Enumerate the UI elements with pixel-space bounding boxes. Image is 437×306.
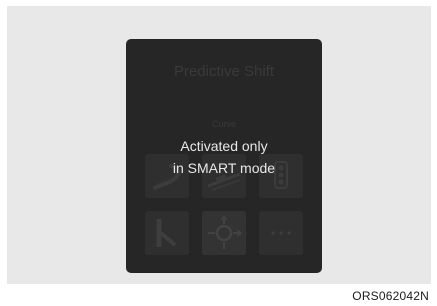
overlay-message-line1: Activated only bbox=[180, 138, 268, 154]
overlay-message-line2: in SMART mode bbox=[172, 160, 276, 176]
more-options-tile[interactable] bbox=[259, 211, 303, 255]
screen-title: Predictive Shift bbox=[173, 63, 275, 80]
more-options-icon bbox=[271, 231, 291, 235]
roundabout-icon bbox=[208, 214, 243, 249]
figure-code: ORS062042N bbox=[352, 289, 429, 303]
section-label: Curve bbox=[211, 119, 236, 129]
display-screen: Predictive Shift Curve Activated only in… bbox=[126, 39, 322, 273]
ramp-merge-tile[interactable] bbox=[145, 211, 189, 255]
roundabout-tile[interactable] bbox=[202, 211, 246, 255]
ramp-merge-icon bbox=[156, 219, 177, 247]
overlay-message: Activated only in SMART mode bbox=[126, 135, 322, 179]
